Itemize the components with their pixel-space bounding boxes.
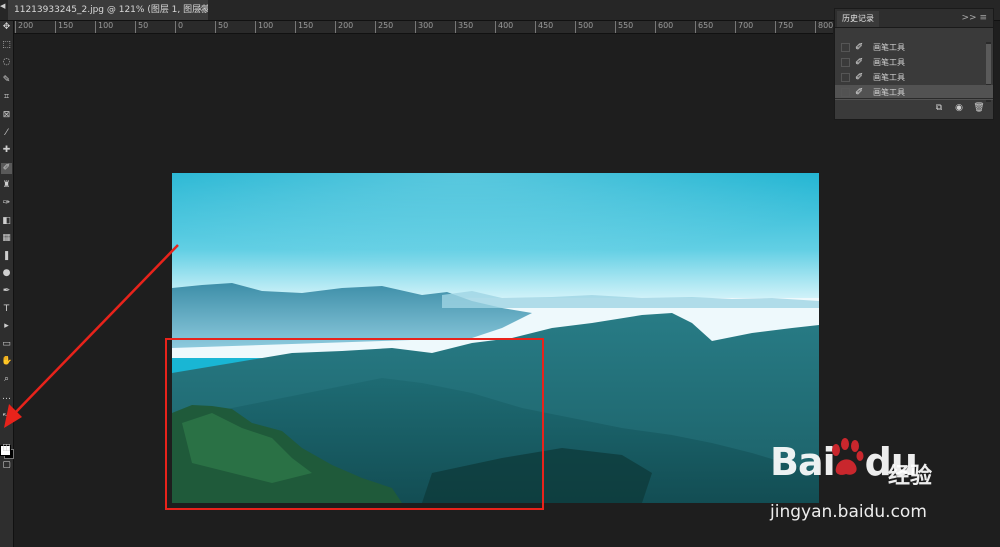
baidu-paw-logo-icon xyxy=(832,438,864,475)
history-state-label: 画笔工具 xyxy=(873,73,905,82)
history-tab[interactable]: 历史记录 xyxy=(837,11,879,27)
history-source-checkbox[interactable] xyxy=(841,73,850,82)
history-list: ✐ 画笔工具 ✐ 画笔工具 ✐ 画笔工具 ✐ 画笔工具 xyxy=(835,28,993,106)
camera-snapshot-icon[interactable]: ◉ xyxy=(953,102,965,114)
new-document-from-state-icon[interactable]: ⧉ xyxy=(933,102,945,114)
brush-icon: ✐ xyxy=(855,57,864,68)
history-source-checkbox[interactable] xyxy=(841,58,850,67)
baidu-jingyan-watermark: Bai du 经验 jingyan.baidu.com xyxy=(770,438,980,528)
history-panel-footer: ⧉ ◉ 🗑 xyxy=(835,98,993,119)
history-state-item[interactable]: ✐ 画笔工具 xyxy=(835,70,993,85)
history-state-label: 画笔工具 xyxy=(873,58,905,67)
history-panel-header: 历史记录 >> ≡ xyxy=(835,9,993,28)
history-state-item[interactable]: ✐ 画笔工具 xyxy=(835,55,993,70)
brush-icon: ✐ xyxy=(855,72,864,83)
history-state-item[interactable]: ✐ 画笔工具 xyxy=(835,40,993,55)
history-source-checkbox[interactable] xyxy=(841,88,850,97)
trash-icon[interactable]: 🗑 xyxy=(973,102,985,114)
history-source-checkbox[interactable] xyxy=(841,43,850,52)
brush-icon: ✐ xyxy=(855,42,864,53)
watermark-url: jingyan.baidu.com xyxy=(770,502,927,522)
history-state-label: 画笔工具 xyxy=(873,43,905,52)
panel-menu-icon[interactable]: >> ≡ xyxy=(962,11,987,25)
history-panel: 历史记录 >> ≡ ✐ 画笔工具 ✐ 画笔工具 ✐ 画笔工具 ✐ 画笔工具 ⧉ ◉ 🗑 xyxy=(834,8,994,120)
watermark-cn: 经验 xyxy=(888,464,933,489)
watermark-brand-bai: Bai xyxy=(770,440,836,484)
